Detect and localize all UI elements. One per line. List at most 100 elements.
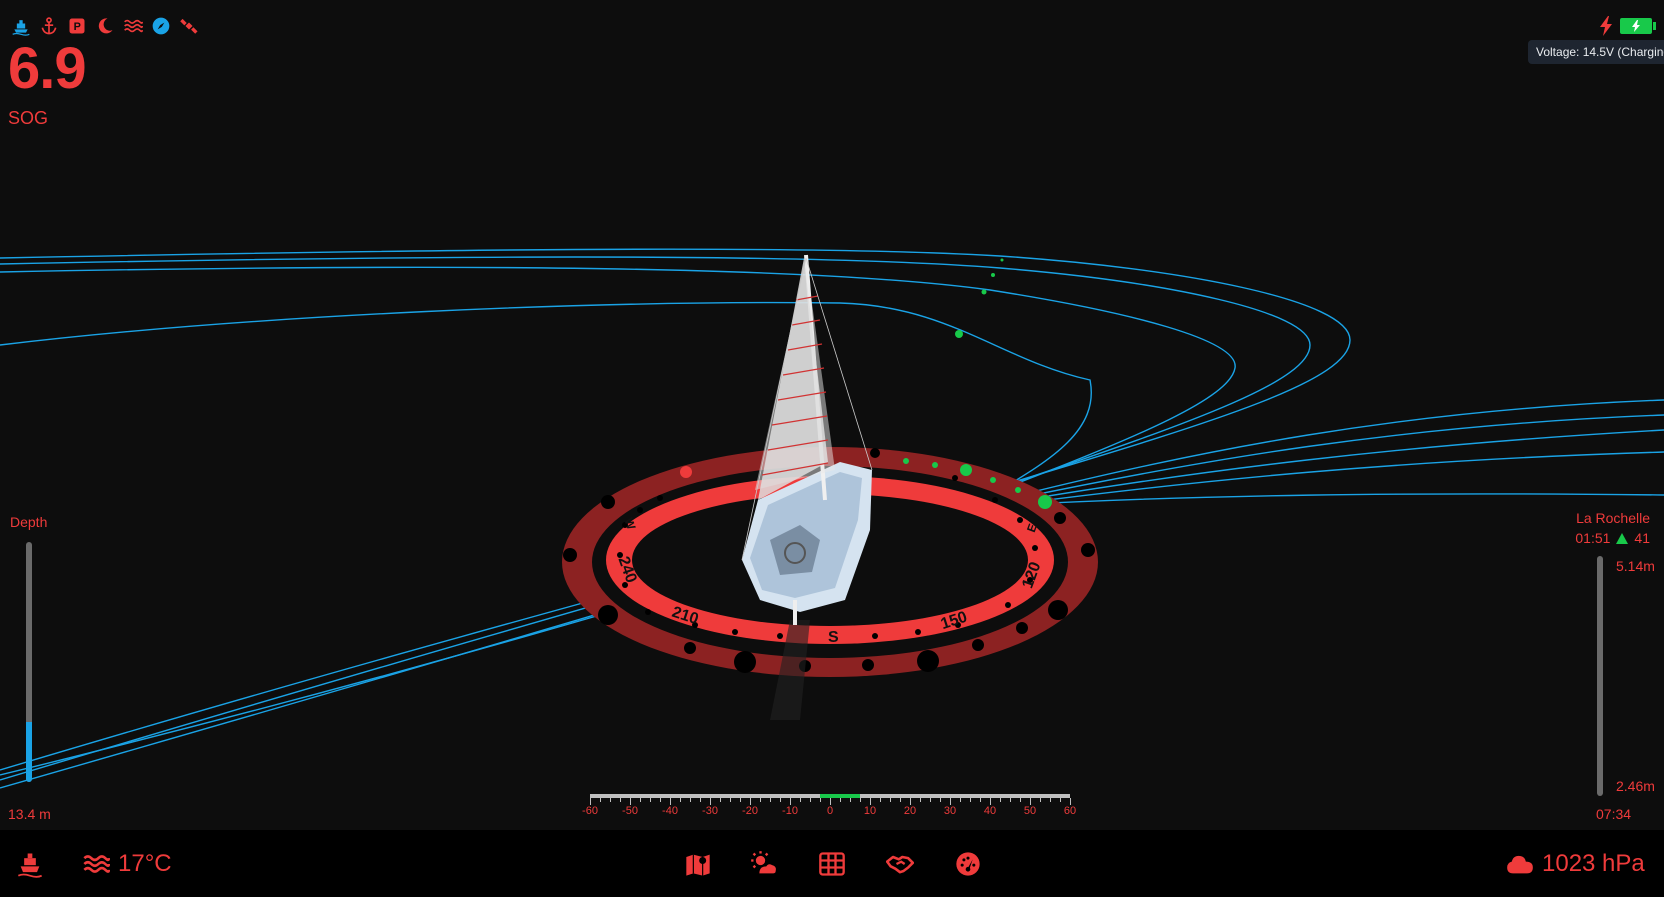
handshake-button[interactable] <box>886 830 914 897</box>
rudder-minor-tick <box>960 798 961 802</box>
rudder-tick <box>830 798 831 805</box>
track-line <box>999 414 1664 503</box>
sog-label: SOG <box>8 108 49 128</box>
tide-low: 2.46m <box>1616 778 1655 794</box>
rudder-minor-tick <box>800 798 801 802</box>
track-line <box>1009 493 1664 506</box>
rudder-label: 50 <box>1023 805 1037 817</box>
battery-icon[interactable] <box>1620 18 1656 34</box>
rudder-label: 30 <box>943 805 957 817</box>
rudder-label: 20 <box>903 805 917 817</box>
grid-icon <box>819 851 845 876</box>
rudder-tick <box>910 798 911 805</box>
grid-button[interactable] <box>818 830 846 897</box>
handshake-icon <box>886 855 914 873</box>
rudder-tick <box>1030 798 1031 805</box>
sog-value: 6.9 <box>8 36 87 101</box>
rudder-label: -10 <box>782 805 798 817</box>
rudder-label: 0 <box>826 805 834 817</box>
tide-next-time: 01:51 <box>1575 530 1611 546</box>
rudder-minor-tick <box>980 798 981 802</box>
weather-icon <box>751 850 776 873</box>
rudder-label: 40 <box>983 805 997 817</box>
ship-icon[interactable] <box>10 15 32 37</box>
gauge-icon <box>956 851 980 876</box>
ship-icon <box>17 853 43 878</box>
rudder-minor-tick <box>1040 798 1041 802</box>
track-markers <box>955 258 1004 338</box>
rudder-minor-tick <box>1060 798 1061 802</box>
rudder-minor-tick <box>820 798 821 802</box>
boat-button[interactable] <box>16 830 44 897</box>
water-temp-value: 17°C <box>118 849 172 877</box>
moon-icon[interactable] <box>94 15 116 37</box>
water-temp[interactable]: 17°C <box>82 830 172 897</box>
tide-high: 5.14m <box>1616 558 1655 574</box>
rudder-minor-tick <box>740 798 741 802</box>
rudder-label: -60 <box>582 805 598 817</box>
bolt-icon <box>1600 16 1612 36</box>
rudder-minor-tick <box>700 798 701 802</box>
rudder-minor-tick <box>620 798 621 802</box>
rudder-label: 10 <box>863 805 877 817</box>
voltage-tooltip: Voltage: 14.5V (Charging) <box>1528 40 1664 64</box>
track-line <box>999 451 1664 507</box>
anchor-icon[interactable] <box>38 15 60 37</box>
rudder-tick <box>950 798 951 805</box>
tide-next-height: 41 <box>1634 530 1650 546</box>
compass-label-s: S <box>828 629 839 646</box>
depth-title: Depth <box>10 514 48 530</box>
rudder-tick <box>790 798 791 805</box>
rudder-minor-tick <box>1020 798 1021 802</box>
depth-value: 13.4 m <box>8 806 51 822</box>
rudder-minor-tick <box>810 798 811 802</box>
rudder-tick <box>590 798 591 805</box>
status-icons: P <box>10 14 200 38</box>
map-icon <box>686 854 710 876</box>
rudder-tick <box>710 798 711 805</box>
rudder-minor-tick <box>650 798 651 802</box>
rudder-minor-tick <box>970 798 971 802</box>
rudder-minor-tick <box>940 798 941 802</box>
pressure-value: 1023 hPa <box>1542 849 1645 877</box>
rudder-minor-tick <box>920 798 921 802</box>
tide-next: 01:51 41 <box>1575 530 1650 546</box>
app-root: S 210 240 W 150 120 E P 6.9 SOG Voltage:… <box>0 0 1664 897</box>
rudder-tick <box>990 798 991 805</box>
rudder-minor-tick <box>840 798 841 802</box>
svg-text:P: P <box>74 21 81 33</box>
rudder-minor-tick <box>660 798 661 802</box>
map-button[interactable] <box>684 830 712 897</box>
rudder-angle-scale: -60 -50 -40 -30 -20 -10 0 10 20 30 40 50 60 <box>582 794 1076 817</box>
rudder-minor-tick <box>600 798 601 802</box>
tide-current-time: 07:34 <box>1596 806 1632 822</box>
rudder-minor-tick <box>640 798 641 802</box>
gauge-button[interactable] <box>954 830 982 897</box>
rudder-label: 60 <box>1063 805 1077 817</box>
rudder-label: -30 <box>702 805 718 817</box>
compass-icon[interactable] <box>150 15 172 37</box>
bottom-bar: 17°C 1023 hPa <box>0 830 1664 897</box>
rudder-minor-tick <box>1000 798 1001 802</box>
cloud-icon <box>1507 855 1533 873</box>
rudder-label: -40 <box>662 805 678 817</box>
rudder-minor-tick <box>850 798 851 802</box>
rudder-label: -50 <box>622 805 638 817</box>
pressure[interactable]: 1023 hPa <box>1506 830 1645 897</box>
rudder-minor-tick <box>610 798 611 802</box>
rudder-minor-tick <box>880 798 881 802</box>
rudder-tick <box>630 798 631 805</box>
waves-icon[interactable] <box>122 15 144 37</box>
tide-station: La Rochelle <box>1576 510 1650 526</box>
parking-icon[interactable]: P <box>66 15 88 37</box>
rudder-minor-tick <box>780 798 781 802</box>
depth-gauge <box>26 542 32 782</box>
weather-button[interactable] <box>750 830 778 897</box>
scene-3d: S 210 240 W 150 120 E <box>0 248 1664 789</box>
tide-gauge <box>1597 556 1603 796</box>
satellite-icon[interactable] <box>178 15 200 37</box>
rudder-tick <box>870 798 871 805</box>
waves-icon <box>83 854 110 873</box>
rudder-minor-tick <box>690 798 691 802</box>
rudder-tick <box>1070 798 1071 805</box>
